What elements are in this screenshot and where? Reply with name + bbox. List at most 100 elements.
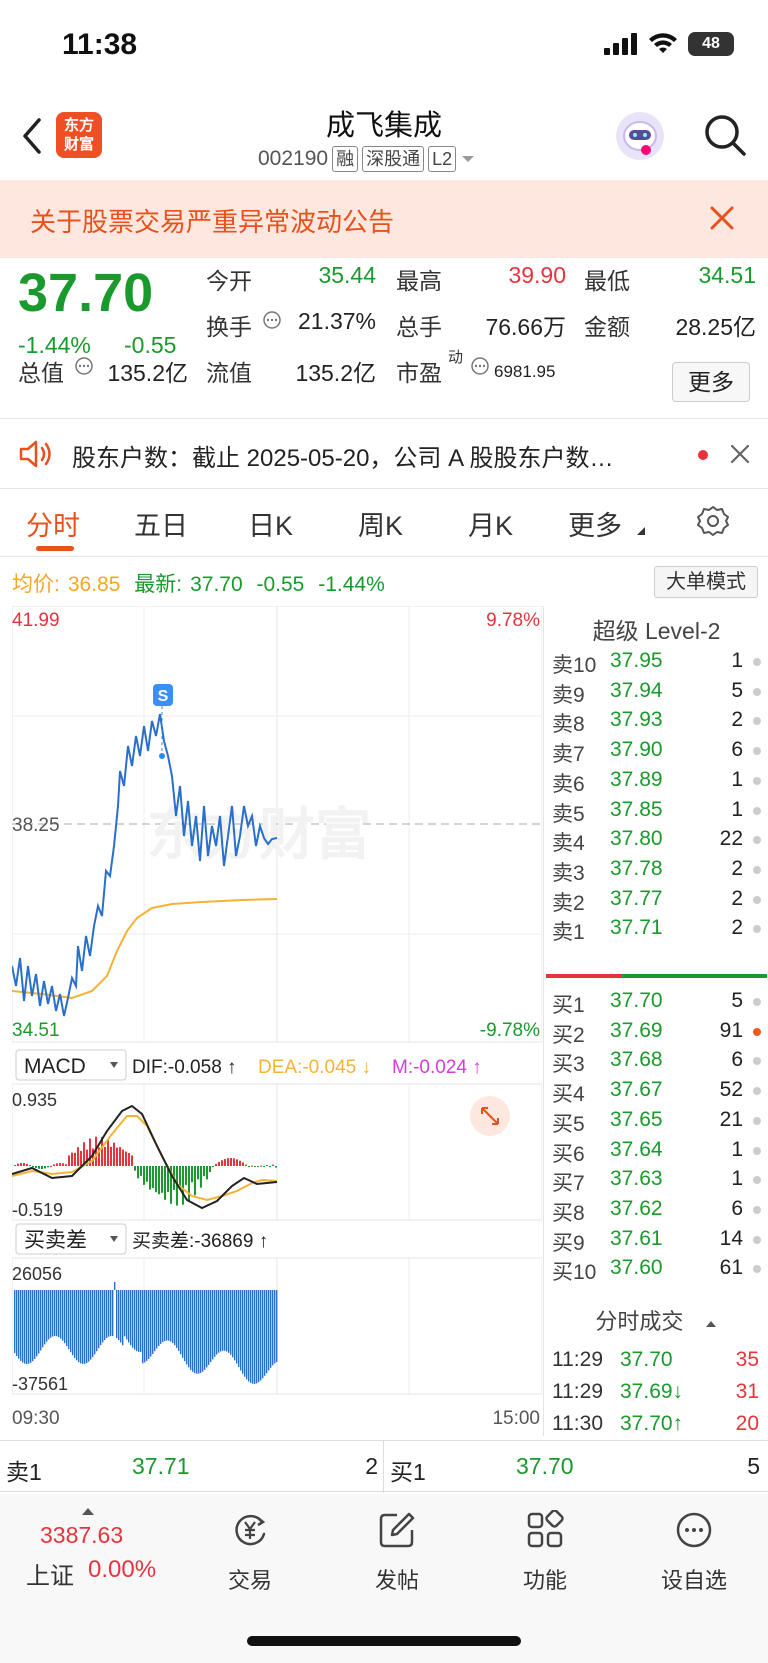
- avg-label: 均价:: [12, 573, 60, 596]
- more-dots-icon: [676, 1512, 712, 1548]
- caret-icon: [637, 527, 645, 535]
- info-icon[interactable]: [74, 356, 94, 376]
- unread-dot: [698, 450, 708, 460]
- trades-title[interactable]: 分时成交: [544, 1304, 768, 1336]
- ask-level-label: 卖3: [552, 861, 585, 885]
- bidask-diff-bar: [268, 1290, 270, 1371]
- nav-trade[interactable]: 交易: [190, 1510, 310, 1595]
- bidask-diff-bar: [164, 1290, 166, 1342]
- order-book-title[interactable]: 超级 Level-2: [544, 612, 768, 646]
- bid-row[interactable]: 买5 37.65 21: [544, 1105, 768, 1136]
- ask-row[interactable]: 卖4 37.80 22: [544, 824, 768, 855]
- bid-row[interactable]: 买7 37.63 1: [544, 1164, 768, 1195]
- ask-row[interactable]: 卖3 37.78 2: [544, 854, 768, 885]
- bidask-diff-bar: [184, 1290, 186, 1362]
- ask-row[interactable]: 卖6 37.89 1: [544, 765, 768, 796]
- chart-svg[interactable]: 东方财富 41.99 38.25 34.51 9.78% -9.78% S MA…: [11, 605, 543, 1436]
- shareholder-ticker[interactable]: 股东户数：截止 2025-05-20，公司 A 股股东户数…: [0, 420, 768, 488]
- ask-row[interactable]: 卖5 37.85 1: [544, 795, 768, 826]
- best-bid-label: 买1: [390, 1459, 426, 1485]
- ask-row[interactable]: 卖8 37.93 2: [544, 705, 768, 736]
- ask-volume: 2: [731, 708, 743, 732]
- ask-row[interactable]: 卖7 37.90 6: [544, 735, 768, 766]
- bidask-diff-bar: [158, 1290, 160, 1346]
- order-book[interactable]: 超级 Level-2 卖10 37.95 1 卖9 37.94 5 卖8 37.93 2 卖7 37…: [543, 606, 768, 1436]
- announcement-text[interactable]: 关于股票交易严重异常波动公告: [30, 202, 394, 239]
- bid-level-label: 买2: [552, 1023, 585, 1047]
- trade-volume: 20: [735, 1412, 759, 1435]
- bid-row[interactable]: 买10 37.60 61: [544, 1253, 768, 1284]
- bid-volume: 6: [731, 1048, 743, 1072]
- ask-row[interactable]: 卖2 37.77 2: [544, 884, 768, 915]
- bid-volume: 5: [731, 989, 743, 1012]
- macd-histogram-bar: [185, 1166, 187, 1185]
- more-quote-button[interactable]: 更多: [672, 362, 750, 402]
- bidask-diff-bar: [250, 1290, 252, 1383]
- announcement-close-button[interactable]: [706, 202, 738, 234]
- macd-histogram-bar: [233, 1158, 235, 1166]
- tab-daily-k[interactable]: 日K: [248, 504, 293, 543]
- index-quote[interactable]: 3387.63 上证 0.00%: [0, 1494, 180, 1604]
- ask-row[interactable]: 卖1 37.71 2: [544, 913, 768, 944]
- bidask-diff-bar: [68, 1290, 70, 1350]
- bidask-diff-bar: [86, 1290, 88, 1364]
- bidask-diff-bar: [230, 1290, 232, 1355]
- bid-volume: 6: [731, 1196, 743, 1220]
- stock-subtitle[interactable]: 002190 融 深股通 L2: [258, 146, 476, 172]
- bid-price: 37.63: [610, 1167, 663, 1191]
- bidask-diff-bar: [112, 1290, 114, 1337]
- chart-settings-button[interactable]: [696, 504, 730, 538]
- open-value: 35.44: [318, 262, 376, 288]
- info-icon[interactable]: [470, 356, 490, 376]
- bidask-diff-bar: [50, 1290, 52, 1338]
- active-tab-indicator: [36, 546, 74, 551]
- announcement-banner[interactable]: 关于股票交易严重异常波动公告: [0, 180, 768, 258]
- ask-row[interactable]: 卖10 37.95 1: [544, 646, 768, 677]
- macd-histogram: [14, 1136, 277, 1206]
- tag-margin: 融: [332, 146, 359, 172]
- ask-row[interactable]: 卖9 37.94 5: [544, 676, 768, 707]
- bidask-diff-bar: [228, 1290, 230, 1353]
- tab-weekly-k[interactable]: 周K: [358, 504, 403, 543]
- macd-histogram-bar: [158, 1166, 160, 1195]
- bid-row[interactable]: 买2 37.69 91: [544, 1016, 768, 1047]
- search-button[interactable]: [702, 112, 748, 158]
- bid-row[interactable]: 买4 37.67 52: [544, 1075, 768, 1106]
- bid-row[interactable]: 买9 37.61 14: [544, 1224, 768, 1255]
- volume-value: 76.66万: [485, 314, 566, 340]
- bid-row[interactable]: 买6 37.64 1: [544, 1135, 768, 1166]
- tab-more[interactable]: 更多: [568, 504, 622, 543]
- tab-monthly-k[interactable]: 月K: [468, 504, 513, 543]
- nav-post[interactable]: 发帖: [337, 1510, 457, 1595]
- bid-price: 37.65: [610, 1107, 663, 1131]
- bidask-diff-bar: [62, 1290, 64, 1341]
- bid-row[interactable]: 买8 37.62 6: [544, 1194, 768, 1225]
- bid-volume: 61: [719, 1256, 743, 1280]
- macd-histogram-bar: [80, 1150, 82, 1166]
- bid-row[interactable]: 买3 37.68 6: [544, 1045, 768, 1076]
- nav-features[interactable]: 功能: [485, 1509, 605, 1595]
- status-bar: 11:38 48: [0, 0, 768, 100]
- bid-row[interactable]: 买1 37.70 5: [544, 986, 768, 1017]
- chart-area[interactable]: 东方财富 41.99 38.25 34.51 9.78% -9.78% S MA…: [11, 605, 543, 1436]
- macd-histogram-bar: [218, 1161, 220, 1166]
- ticker-text[interactable]: 股东户数：截止 2025-05-20，公司 A 股股东户数…: [72, 438, 672, 473]
- bidask-diff-bar: [88, 1290, 90, 1362]
- bid-level-label: 买7: [552, 1172, 585, 1196]
- tab-five-day[interactable]: 五日: [134, 504, 188, 543]
- bidask-select-label: 买卖差: [24, 1229, 87, 1252]
- bid-price: 37.62: [610, 1196, 663, 1220]
- nav-add-watchlist[interactable]: 设自选: [634, 1510, 754, 1595]
- bidask-diff-bar: [36, 1290, 38, 1357]
- ticker-close-button[interactable]: [728, 442, 752, 466]
- big-order-mode-button[interactable]: 大单模式: [654, 566, 758, 598]
- assistant-avatar[interactable]: [616, 112, 664, 160]
- macd-histogram-bar: [131, 1155, 133, 1166]
- tab-intraday[interactable]: 分时: [26, 504, 80, 543]
- bidask-diff-bar: [128, 1290, 130, 1343]
- macd-histogram-bar: [119, 1147, 121, 1166]
- macd-histogram-bar: [134, 1166, 136, 1171]
- info-icon[interactable]: [262, 310, 282, 330]
- macd-min-label: -0.519: [12, 1200, 63, 1220]
- macd-histogram-bar: [35, 1166, 37, 1168]
